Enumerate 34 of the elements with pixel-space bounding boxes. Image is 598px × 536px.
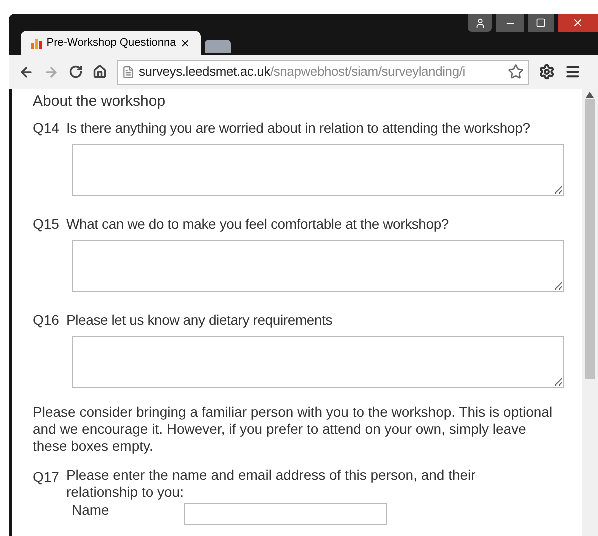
- name-field[interactable]: [184, 503, 387, 525]
- question-number: Q14: [33, 119, 60, 138]
- address-bar[interactable]: surveys.leedsmet.ac.uk/snapwebhost/siam/surveylanding/i: [117, 60, 529, 84]
- settings-icon[interactable]: [539, 64, 555, 80]
- field-label: Name: [72, 503, 110, 518]
- page-icon: [122, 66, 135, 78]
- profile-button[interactable]: [468, 14, 492, 32]
- home-icon[interactable]: [93, 65, 107, 79]
- question-text: Is there anything you are worried about in relation to attending the workshop?: [66, 119, 530, 138]
- person-icon: [474, 18, 486, 28]
- menu-icon[interactable]: [565, 64, 581, 80]
- question-text: Please let us know any dietary requirements: [66, 311, 333, 330]
- scrollbar[interactable]: [582, 89, 598, 536]
- close-icon: [180, 38, 191, 48]
- back-icon[interactable]: [19, 64, 34, 80]
- close-icon: [572, 17, 584, 29]
- new-tab-button[interactable]: [205, 40, 231, 53]
- close-button[interactable]: [558, 14, 598, 32]
- tab-title: Pre-Workshop Questionna: [46, 36, 176, 51]
- browser-tab[interactable]: Pre-Workshop Questionna: [21, 31, 201, 55]
- maximize-icon: [536, 18, 546, 28]
- reload-icon[interactable]: [69, 65, 83, 79]
- section-title: About the workshop: [33, 92, 167, 111]
- question-number: Q17: [33, 468, 60, 487]
- star-icon[interactable]: [508, 64, 524, 80]
- question-text: Please enter the name and email address of this person, and their relationship to you:: [66, 467, 477, 501]
- note-text: Please consider bringing a familiar person with you to the workshop. This is optional and we encourage it. However, if you prefer to attend on your own, simply leave these boxes empty.: [33, 404, 554, 455]
- url-text: surveys.leedsmet.ac.uk/snapwebhost/siam/surveylanding/i: [139, 63, 466, 82]
- question-text: What can we do to make you feel comfortable at the workshop?: [66, 215, 450, 234]
- question-number: Q15: [33, 215, 60, 234]
- bar-chart-icon: [31, 38, 43, 48]
- question-number: Q16: [33, 311, 60, 330]
- maximize-button[interactable]: [528, 14, 554, 32]
- scrollbar-thumb[interactable]: [585, 99, 595, 379]
